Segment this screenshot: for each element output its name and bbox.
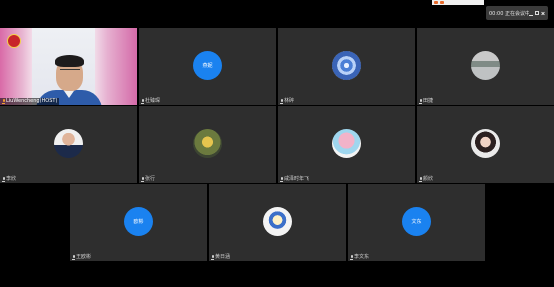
avatar bbox=[332, 50, 361, 80]
microphone-icon bbox=[280, 98, 283, 104]
emblem-icon bbox=[7, 34, 21, 48]
avatar bbox=[471, 128, 500, 158]
participant-name: 王欧彬 bbox=[76, 254, 92, 260]
meeting-gallery-view: 00:00 正在会议中 · 警守右侧右键 LiuWencheng(HOST) 燕… bbox=[0, 0, 554, 287]
participant-tile[interactable]: 林碎 bbox=[278, 28, 415, 105]
app-icon bbox=[440, 1, 444, 4]
participant-tile[interactable]: 张行 bbox=[139, 106, 276, 183]
avatar bbox=[332, 128, 361, 158]
participant-name-bar: 张行 bbox=[141, 176, 155, 182]
meeting-status-overlay[interactable]: 00:00 正在会议中 · 警守右侧右键 bbox=[486, 6, 548, 20]
close-icon[interactable] bbox=[541, 11, 545, 15]
participant-tile[interactable]: 颜欣 bbox=[417, 106, 554, 183]
participant-tile[interactable]: 田捷 bbox=[417, 28, 554, 105]
meeting-status-text: 00:00 正在会议中 · 警守右侧右键 bbox=[489, 10, 529, 17]
participant-name: 李欣 bbox=[6, 176, 17, 182]
participant-name: 张行 bbox=[145, 176, 156, 182]
participant-tile[interactable]: 黄日涵 bbox=[209, 184, 346, 261]
participant-name: 咸泽时年飞 bbox=[284, 176, 310, 182]
microphone-icon bbox=[211, 254, 214, 260]
avatar-initials: 燕妮 bbox=[202, 62, 213, 69]
participant-name-bar: 田捷 bbox=[419, 98, 433, 104]
participant-hair bbox=[55, 55, 84, 67]
avatar bbox=[54, 128, 83, 158]
participant-name-bar: 李欣 bbox=[2, 176, 16, 182]
microphone-icon bbox=[419, 176, 422, 182]
avatar bbox=[471, 50, 500, 80]
participant-name: LiuWencheng(HOST) bbox=[6, 98, 58, 104]
avatar: 欧彬 bbox=[124, 206, 153, 236]
microphone-icon bbox=[141, 98, 144, 104]
background-curtain bbox=[95, 28, 137, 105]
participant-name: 田捷 bbox=[423, 98, 434, 104]
participant-tile[interactable]: 欧彬 王欧彬 bbox=[70, 184, 207, 261]
participant-tile[interactable]: 咸泽时年飞 bbox=[278, 106, 415, 183]
notification-strip[interactable] bbox=[432, 0, 484, 5]
participant-name-bar: 黄日涵 bbox=[211, 254, 230, 260]
microphone-icon bbox=[2, 99, 5, 104]
avatar bbox=[193, 128, 222, 158]
participant-glasses bbox=[60, 69, 80, 74]
microphone-icon bbox=[72, 254, 75, 260]
avatar-initials: 欧彬 bbox=[133, 218, 144, 225]
microphone-icon bbox=[141, 176, 144, 182]
microphone-icon bbox=[2, 176, 5, 182]
maximize-icon[interactable] bbox=[535, 10, 539, 15]
participant-tile-host-video[interactable]: LiuWencheng(HOST) bbox=[0, 28, 137, 105]
participant-name-bar: 王欧彬 bbox=[72, 254, 91, 260]
microphone-icon bbox=[350, 254, 353, 260]
participant-tile[interactable]: 燕妮 杜臻琛 bbox=[139, 28, 276, 105]
participant-tile[interactable]: 李欣 bbox=[0, 106, 137, 183]
participant-name: 杜臻琛 bbox=[145, 98, 161, 104]
minimize-icon[interactable] bbox=[529, 11, 533, 16]
participant-name-bar: LiuWencheng(HOST) bbox=[0, 98, 60, 105]
participant-name-bar: 咸泽时年飞 bbox=[280, 176, 309, 182]
participant-name-bar: 李文东 bbox=[350, 254, 369, 260]
participant-name: 李文东 bbox=[354, 254, 370, 260]
participant-name: 颜欣 bbox=[423, 176, 434, 182]
microphone-icon bbox=[280, 176, 283, 182]
participant-name-bar: 林碎 bbox=[280, 98, 294, 104]
participant-name-bar: 颜欣 bbox=[419, 176, 433, 182]
avatar-initials: 文东 bbox=[411, 218, 422, 225]
microphone-icon bbox=[419, 98, 422, 104]
avatar: 燕妮 bbox=[193, 50, 222, 80]
participant-name: 黄日涵 bbox=[215, 254, 231, 260]
participant-name: 林碎 bbox=[284, 98, 295, 104]
participant-tile[interactable]: 文东 李文东 bbox=[348, 184, 485, 261]
avatar: 文东 bbox=[402, 206, 431, 236]
avatar bbox=[263, 206, 292, 236]
participant-name-bar: 杜臻琛 bbox=[141, 98, 160, 104]
app-icon bbox=[434, 1, 438, 4]
